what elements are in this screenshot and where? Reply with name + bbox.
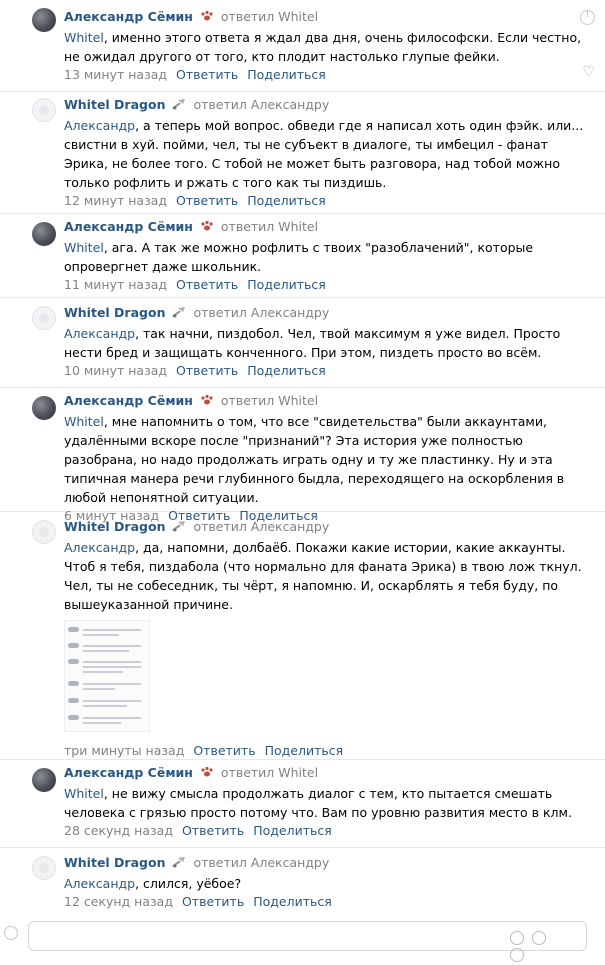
avatar[interactable] [32,768,56,792]
mention-link[interactable]: Whitel [64,786,104,801]
reply-target[interactable]: ответил Whitel [221,393,318,408]
timestamp[interactable]: 28 секунд назад [64,823,173,838]
comment-text: Александр, да, напомни, долбаёб. Покажи … [64,540,582,612]
comment: Александр Сёмин ответил Whitel Whitel, и… [0,0,605,92]
mention-link[interactable]: Whitel [64,414,104,429]
share-button[interactable]: Поделиться [247,277,326,292]
paw-icon [201,394,213,405]
reply-button[interactable]: Ответить [182,894,244,909]
timestamp[interactable]: 13 минут назад [64,67,167,82]
comment-input[interactable] [28,921,587,962]
reply-target[interactable]: ответил Александру [193,97,329,112]
screenshot-thumbnail[interactable] [64,620,150,732]
comment: Александр Сёмин ответил Whitel Whitel, а… [0,214,605,298]
reply-target[interactable]: ответил Александру [193,855,329,870]
reply-button[interactable]: Ответить [176,363,238,378]
comment: Александр Сёмин ответил Whitel Whitel, м… [0,388,605,523]
reply-button[interactable]: Ответить [176,277,238,292]
avatar[interactable] [32,222,56,246]
comment-body: Whitel Dragon ответил Александру Алексан… [64,304,593,380]
reply-button[interactable]: Ответить [193,743,255,758]
author-name[interactable]: Whitel Dragon [64,855,165,870]
comment: Whitel Dragon ответил Александру Алексан… [0,298,605,388]
avatar[interactable] [32,396,56,420]
share-button[interactable]: Поделиться [247,193,326,208]
heart-icon[interactable]: ♡ [582,64,595,80]
mention-link[interactable]: Александр [64,876,135,891]
author-name[interactable]: Whitel Dragon [64,305,165,320]
paw-icon [201,220,213,231]
timestamp[interactable]: 10 минут назад [64,363,167,378]
reply-button[interactable]: Ответить [176,67,238,82]
avatar[interactable] [32,856,56,880]
share-button[interactable]: Поделиться [247,363,326,378]
satellite-icon [172,857,186,868]
reply-target[interactable]: ответил Александру [193,305,329,320]
comment-body: Whitel Dragon ответил Александру Алексан… [64,854,593,911]
comment: Whitel Dragon ответил Александру Алексан… [0,92,605,214]
paw-icon [201,766,213,777]
avatar[interactable] [32,520,56,544]
author-name[interactable]: Whitel Dragon [64,519,165,534]
share-button[interactable]: Поделиться [265,743,344,758]
comment-text: Whitel, ага. А так же можно рофлить с тв… [64,240,534,274]
reply-target[interactable]: ответил Александру [193,519,329,534]
report-icon[interactable] [580,9,595,25]
timestamp[interactable]: 11 минут назад [64,277,167,292]
avatar[interactable] [32,8,56,32]
share-button[interactable]: Поделиться [253,823,332,838]
timestamp[interactable]: 12 секунд назад [64,894,173,909]
paw-icon [201,10,213,21]
author-name[interactable]: Whitel Dragon [64,97,165,112]
satellite-icon [172,521,186,532]
satellite-icon [172,99,186,110]
comment-body: Александр Сёмин ответил Whitel Whitel, н… [64,764,593,840]
timestamp[interactable]: три минуты назад [64,743,184,758]
reply-target[interactable]: ответил Whitel [221,9,318,24]
share-button[interactable]: Поделиться [253,894,332,909]
emoji-icon[interactable] [510,931,524,945]
mention-link[interactable]: Александр [64,540,135,555]
mention-link[interactable]: Александр [64,326,135,341]
reply-button[interactable]: Ответить [176,193,238,208]
author-name[interactable]: Александр Сёмин [64,9,193,24]
composer-icons [502,931,562,962]
comment-text: Александр, а теперь мой вопрос. обведи г… [64,118,584,190]
comment-text: Whitel, мне напомнить о том, что все "св… [64,414,565,505]
reply-button[interactable]: Ответить [182,823,244,838]
comment-body: Whitel Dragon ответил Александру Алексан… [64,518,593,760]
comment-body: Александр Сёмин ответил Whitel Whitel, м… [64,392,593,525]
comment-body: Александр Сёмин ответил Whitel Whitel, а… [64,218,593,294]
satellite-icon [172,307,186,318]
reply-target[interactable]: ответил Whitel [221,765,318,780]
comment-text: Whitel, не вижу смысла продолжать диалог… [64,786,572,820]
comment-text: Whitel, именно этого ответа я ждал два д… [64,30,582,64]
mention-link[interactable]: Whitel [64,30,104,45]
camera-icon[interactable] [532,931,546,945]
mention-link[interactable]: Whitel [64,240,104,255]
mention-link[interactable]: Александр [64,118,135,133]
comment: Whitel Dragon ответил Александру Алексан… [0,848,605,910]
attach-icon[interactable] [510,948,524,962]
comment-composer-area [0,915,605,962]
comment-body: Александр Сёмин ответил Whitel Whitel, и… [64,8,593,84]
timestamp[interactable]: 12 минут назад [64,193,167,208]
comment-body: Whitel Dragon ответил Александру Алексан… [64,96,593,210]
share-button[interactable]: Поделиться [247,67,326,82]
avatar[interactable] [32,306,56,330]
comment: Whitel Dragon ответил Александру Алексан… [0,512,605,760]
comment: Александр Сёмин ответил Whitel Whitel, н… [0,760,605,848]
author-name[interactable]: Александр Сёмин [64,393,193,408]
reply-target[interactable]: ответил Whitel [221,219,318,234]
author-name[interactable]: Александр Сёмин [64,219,193,234]
comment-text: Александр, слился, уёбое? [64,876,242,891]
comment-text: Александр, так начни, пиздобол. Чел, тво… [64,326,561,360]
author-name[interactable]: Александр Сёмин [64,765,193,780]
avatar[interactable] [32,98,56,122]
user-avatar-small [4,926,18,940]
